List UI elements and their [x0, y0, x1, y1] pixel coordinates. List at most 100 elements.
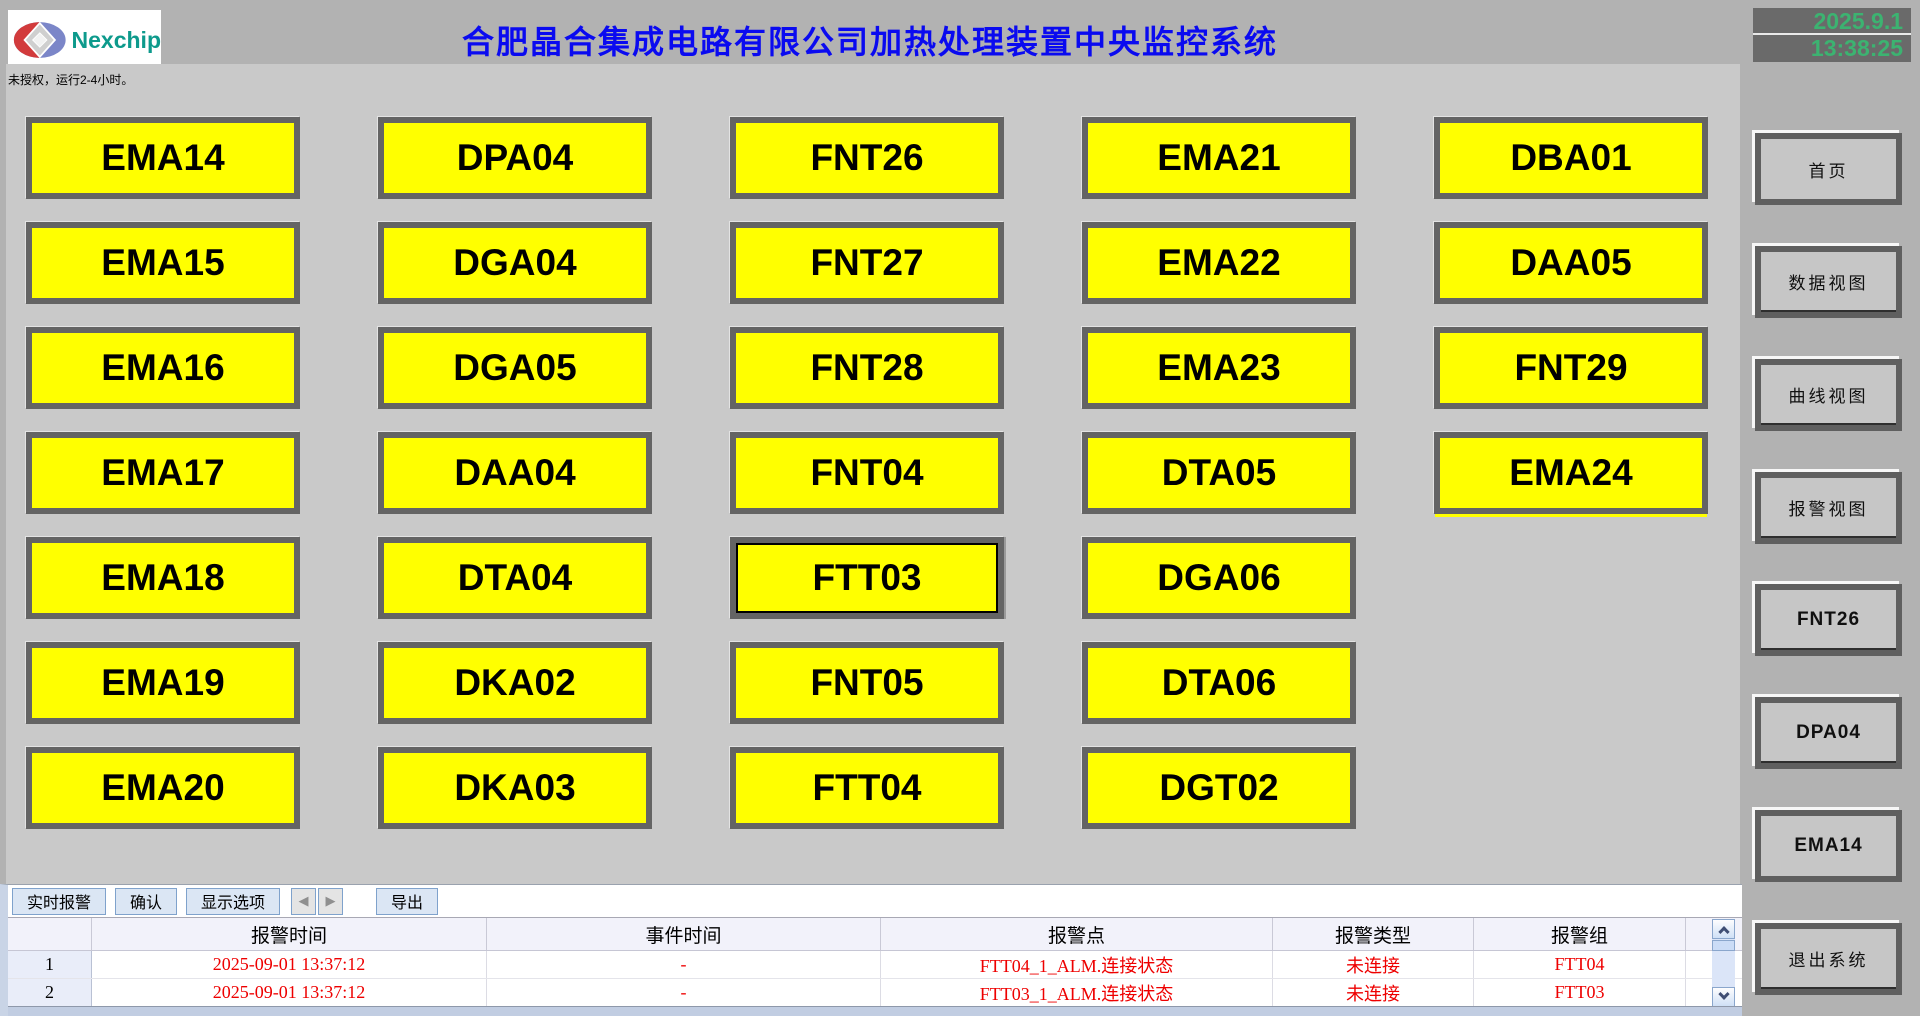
equipment-button-label: EMA20 [101, 767, 224, 809]
acknowledge-button[interactable]: 确认 [115, 888, 177, 915]
alarm-cell: - [487, 979, 881, 1006]
equipment-button-label: DTA06 [1162, 662, 1276, 704]
equipment-button-dga06[interactable]: DGA06 [1082, 537, 1356, 619]
equipment-button-fnt29[interactable]: FNT29 [1434, 327, 1708, 409]
equipment-button-fnt28[interactable]: FNT28 [730, 327, 1004, 409]
sidebar-button-dpa04[interactable]: DPA04 [1755, 697, 1902, 769]
sidebar-button-label: 退出系统 [1789, 946, 1869, 971]
equipment-button-ema14[interactable]: EMA14 [26, 117, 300, 199]
sidebar-button-label: 数据视图 [1789, 269, 1869, 294]
equipment-button-label: DBA01 [1510, 137, 1631, 179]
alarm-table-scrollbar[interactable] [1712, 919, 1735, 1007]
equipment-button-label: EMA21 [1157, 137, 1280, 179]
equipment-button-label: FNT28 [810, 347, 923, 389]
equipment-button-dpa04[interactable]: DPA04 [378, 117, 652, 199]
header-cell-4: 报警类型 [1273, 918, 1474, 950]
equipment-button-label: DGA06 [1157, 557, 1280, 599]
equipment-button-fnt26[interactable]: FNT26 [730, 117, 1004, 199]
equipment-button-fnt04[interactable]: FNT04 [730, 432, 1004, 514]
sidebar-button-ema14[interactable]: EMA14 [1755, 810, 1902, 882]
alarm-panel: 实时报警 确认 显示选项 ◀ ▶ 导出 报警时间事件时间报警点报警类型报警组 1… [0, 884, 1742, 1016]
equipment-button-ema24[interactable]: EMA24 [1434, 432, 1708, 514]
equipment-button-ema20[interactable]: EMA20 [26, 747, 300, 829]
equipment-button-ftt03[interactable]: FTT03 [730, 537, 1004, 619]
display-options-button[interactable]: 显示选项 [186, 888, 280, 915]
equipment-button-dta05[interactable]: DTA05 [1082, 432, 1356, 514]
equipment-button-label: EMA19 [101, 662, 224, 704]
alarm-cell: 2025-09-01 13:37:12 [92, 979, 487, 1006]
alarm-cell: - [487, 951, 881, 978]
alarm-row-1[interactable]: 12025-09-01 13:37:12-FTT04_1_ALM.连接状态未连接… [8, 951, 1742, 979]
header-cell-1: 报警时间 [92, 918, 487, 950]
equipment-button-label: DGT02 [1159, 767, 1278, 809]
sidebar-button-fnt26[interactable]: FNT26 [1755, 584, 1902, 656]
alarm-table-header: 报警时间事件时间报警点报警类型报警组 [8, 917, 1742, 951]
equipment-button-label: FNT05 [810, 662, 923, 704]
equipment-button-dga05[interactable]: DGA05 [378, 327, 652, 409]
equipment-button-ema16[interactable]: EMA16 [26, 327, 300, 409]
alarm-cell: FTT04 [1474, 951, 1686, 978]
equipment-button-daa05[interactable]: DAA05 [1434, 222, 1708, 304]
alarm-row-2[interactable]: 22025-09-01 13:37:12-FTT03_1_ALM.连接状态未连接… [8, 979, 1742, 1007]
equipment-button-ema15[interactable]: EMA15 [26, 222, 300, 304]
datetime-display: 2025.9.1 13:38:25 [1753, 8, 1911, 62]
scada-screen: { "header": { "logo_text": "Nexchip", "t… [0, 0, 1920, 1016]
equipment-button-fnt05[interactable]: FNT05 [730, 642, 1004, 724]
prev-page-icon[interactable]: ◀ [291, 888, 316, 915]
next-page-icon[interactable]: ▶ [318, 888, 343, 915]
header-cell-3: 报警点 [881, 918, 1273, 950]
equipment-button-label: DGA05 [453, 347, 576, 389]
equipment-button-label: DTA04 [458, 557, 572, 599]
equipment-button-dka03[interactable]: DKA03 [378, 747, 652, 829]
scrollbar-thumb[interactable] [1712, 940, 1735, 951]
sidebar-button-label: EMA14 [1794, 835, 1862, 857]
equipment-button-label: DAA04 [454, 452, 575, 494]
equipment-button-dta04[interactable]: DTA04 [378, 537, 652, 619]
sidebar-button-报警视图[interactable]: 报警视图 [1755, 472, 1902, 544]
equipment-button-label: FTT03 [813, 557, 922, 599]
equipment-button-ema23[interactable]: EMA23 [1082, 327, 1356, 409]
equipment-grid: EMA14 DPA04 FNT26 EMA21 DBA01 EMA15 DGA0… [26, 117, 1708, 829]
equipment-button-dba01[interactable]: DBA01 [1434, 117, 1708, 199]
equipment-button-label: DKA03 [454, 767, 575, 809]
equipment-button-dka02[interactable]: DKA02 [378, 642, 652, 724]
equipment-button-label: EMA24 [1509, 452, 1632, 494]
equipment-button-fnt27[interactable]: FNT27 [730, 222, 1004, 304]
time-display: 13:38:25 [1753, 35, 1911, 62]
alarm-cell: 未连接 [1273, 979, 1474, 1006]
equipment-button-daa04[interactable]: DAA04 [378, 432, 652, 514]
equipment-button-label: EMA15 [101, 242, 224, 284]
equipment-button-dgt02[interactable]: DGT02 [1082, 747, 1356, 829]
sidebar-button-label: 曲线视图 [1789, 382, 1869, 407]
equipment-button-label: EMA22 [1157, 242, 1280, 284]
equipment-button-ema17[interactable]: EMA17 [26, 432, 300, 514]
chevron-up-icon [1718, 926, 1729, 937]
equipment-button-ema21[interactable]: EMA21 [1082, 117, 1356, 199]
equipment-button-label: FNT27 [810, 242, 923, 284]
scroll-up-button[interactable] [1712, 919, 1735, 939]
sidebar-button-曲线视图[interactable]: 曲线视图 [1755, 359, 1902, 431]
realtime-alarm-button[interactable]: 实时报警 [12, 888, 106, 915]
export-button[interactable]: 导出 [376, 888, 438, 915]
sidebar-button-数据视图[interactable]: 数据视图 [1755, 246, 1902, 318]
equipment-button-label: EMA14 [101, 137, 224, 179]
header-cell-rownum [8, 918, 92, 950]
scrollbar-track[interactable] [1712, 951, 1735, 987]
equipment-button-dta06[interactable]: DTA06 [1082, 642, 1356, 724]
equipment-button-label: DAA05 [1510, 242, 1631, 284]
equipment-button-dga04[interactable]: DGA04 [378, 222, 652, 304]
equipment-button-ema22[interactable]: EMA22 [1082, 222, 1356, 304]
alarm-row-number: 1 [8, 951, 92, 978]
equipment-button-ema18[interactable]: EMA18 [26, 537, 300, 619]
sidebar-button-首页[interactable]: 首页 [1755, 133, 1902, 205]
sidebar-button-退出系统[interactable]: 退出系统 [1755, 923, 1902, 995]
alarm-toolbar: 实时报警 确认 显示选项 ◀ ▶ 导出 [8, 885, 1742, 917]
scroll-down-button[interactable] [1712, 987, 1735, 1007]
date-display: 2025.9.1 [1753, 8, 1911, 35]
equipment-button-ema19[interactable]: EMA19 [26, 642, 300, 724]
header-cell-5: 报警组 [1474, 918, 1686, 950]
alarm-cell: FTT03 [1474, 979, 1686, 1006]
equipment-button-ftt04[interactable]: FTT04 [730, 747, 1004, 829]
page-arrows: ◀ ▶ [291, 888, 343, 915]
equipment-button-label: EMA17 [101, 452, 224, 494]
